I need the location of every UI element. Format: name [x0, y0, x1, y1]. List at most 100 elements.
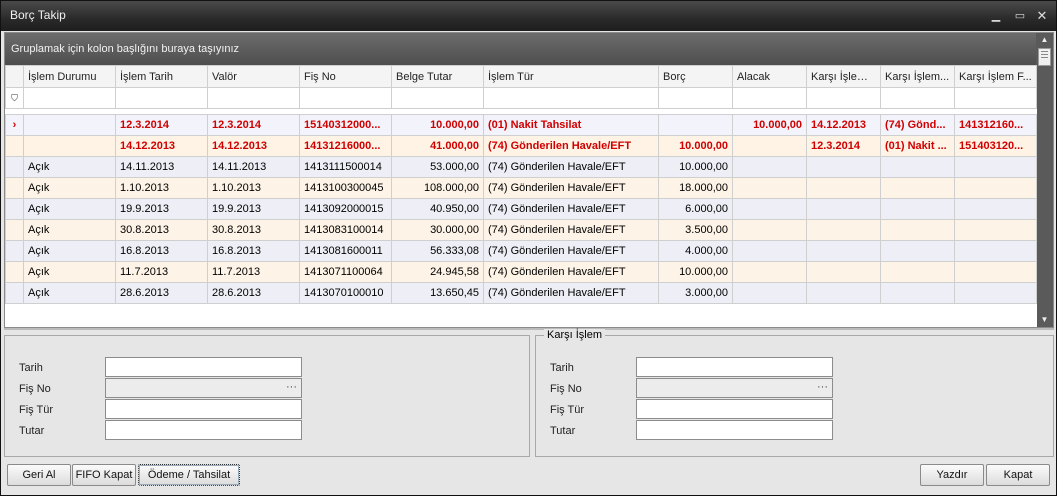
cell-alacak[interactable]: 10.000,00 — [732, 114, 807, 136]
row-indicator[interactable] — [5, 261, 24, 283]
cell-tarih[interactable]: 12.3.2014 — [115, 114, 208, 136]
cell-k2[interactable] — [880, 261, 955, 283]
filter-cell[interactable] — [299, 87, 392, 109]
column-header[interactable]: İşlem Tür — [483, 65, 659, 88]
cell-k1[interactable] — [806, 177, 881, 199]
cell-tutar[interactable]: 108.000,00 — [391, 177, 484, 199]
fis-no-field[interactable]: ··· — [105, 378, 302, 398]
filter-cell[interactable] — [658, 87, 733, 109]
column-header[interactable]: Fiş No — [299, 65, 392, 88]
table-row[interactable]: Açık 14.11.2013 14.11.2013 1413111500014 53.… — [5, 156, 1037, 178]
cell-fisno[interactable]: 1413100300045 — [299, 177, 392, 199]
cell-borc[interactable]: 3.500,00 — [658, 219, 733, 241]
cell-alacak[interactable] — [732, 198, 807, 220]
cell-k2[interactable] — [880, 156, 955, 178]
row-indicator[interactable] — [5, 156, 24, 178]
column-header[interactable]: Belge Tutar — [391, 65, 484, 88]
cell-durum[interactable]: Açık — [23, 261, 116, 283]
filter-cell[interactable] — [732, 87, 807, 109]
filter-cell[interactable] — [391, 87, 484, 109]
yazdir-button[interactable]: Yazdır — [920, 464, 984, 486]
cell-durum[interactable]: Açık — [23, 198, 116, 220]
table-row[interactable]: › 12.3.2014 12.3.2014 15140312000... 10.000,… — [5, 114, 1037, 136]
scroll-up-icon[interactable]: ▲ — [1036, 33, 1053, 47]
cell-borc[interactable]: 6.000,00 — [658, 198, 733, 220]
cell-tur[interactable]: (74) Gönderilen Havale/EFT — [483, 156, 659, 178]
cell-tur[interactable]: (74) Gönderilen Havale/EFT — [483, 240, 659, 262]
cell-k1[interactable] — [806, 219, 881, 241]
cell-valor[interactable]: 28.6.2013 — [207, 282, 300, 304]
cell-fisno[interactable]: 1413081600011 — [299, 240, 392, 262]
cell-k2[interactable] — [880, 219, 955, 241]
cell-fisno[interactable]: 1413111500014 — [299, 156, 392, 178]
column-header[interactable]: Karşı İşlem F... — [954, 65, 1037, 88]
group-panel[interactable]: Gruplamak için kolon başlığını buraya ta… — [5, 33, 1036, 65]
close-icon[interactable]: ✕ — [1033, 8, 1051, 24]
cell-tur[interactable]: (74) Gönderilen Havale/EFT — [483, 198, 659, 220]
column-header[interactable]: Alacak — [732, 65, 807, 88]
column-header[interactable]: İşlem Durumu — [23, 65, 116, 88]
cell-k2[interactable] — [880, 240, 955, 262]
scroll-down-icon[interactable]: ▼ — [1036, 313, 1053, 327]
table-row[interactable]: Açık 1.10.2013 1.10.2013 1413100300045 108.0… — [5, 177, 1037, 199]
column-header[interactable]: Karşı İşlem ... — [806, 65, 881, 88]
minimize-icon[interactable]: ▁ — [987, 8, 1005, 24]
cell-alacak[interactable] — [732, 135, 807, 157]
row-indicator[interactable] — [5, 177, 24, 199]
cell-tarih[interactable]: 14.11.2013 — [115, 156, 208, 178]
cell-borc[interactable]: 18.000,00 — [658, 177, 733, 199]
cell-k1[interactable]: 12.3.2014 — [806, 135, 881, 157]
column-header[interactable]: Karşı İşlem... — [880, 65, 955, 88]
maximize-icon[interactable]: ▭ — [1011, 8, 1029, 24]
cell-borc[interactable]: 10.000,00 — [658, 135, 733, 157]
odeme-tahsilat-button[interactable]: Ödeme / Tahsilat — [138, 464, 240, 486]
cell-fisno[interactable]: 1413092000015 — [299, 198, 392, 220]
tutar-field[interactable] — [105, 420, 302, 440]
cell-k2[interactable] — [880, 282, 955, 304]
table-row[interactable]: Açık 11.7.2013 11.7.2013 1413071100064 24.94… — [5, 261, 1037, 283]
cell-tutar[interactable]: 13.650,45 — [391, 282, 484, 304]
cell-borc[interactable]: 3.000,00 — [658, 282, 733, 304]
cell-k3[interactable] — [954, 177, 1037, 199]
cell-k3[interactable] — [954, 261, 1037, 283]
cell-fisno[interactable]: 15140312000... — [299, 114, 392, 136]
column-header[interactable]: Valör — [207, 65, 300, 88]
geri-al-button[interactable]: Geri Al — [7, 464, 71, 486]
table-row[interactable]: Açık 16.8.2013 16.8.2013 1413081600011 56.33… — [5, 240, 1037, 262]
cell-fisno[interactable]: 14131216000... — [299, 135, 392, 157]
cell-durum[interactable]: Açık — [23, 240, 116, 262]
cell-durum[interactable]: Açık — [23, 177, 116, 199]
cell-alacak[interactable] — [732, 156, 807, 178]
row-indicator[interactable] — [5, 282, 24, 304]
browse-icon[interactable]: ··· — [286, 381, 297, 393]
cell-k3[interactable] — [954, 240, 1037, 262]
row-indicator[interactable] — [5, 219, 24, 241]
cell-k1[interactable] — [806, 240, 881, 262]
splitter[interactable] — [4, 328, 1054, 330]
row-indicator[interactable] — [5, 135, 24, 157]
cell-alacak[interactable] — [732, 282, 807, 304]
cell-tutar[interactable]: 56.333,08 — [391, 240, 484, 262]
cell-tarih[interactable]: 14.12.2013 — [115, 135, 208, 157]
cell-k2[interactable] — [880, 177, 955, 199]
cell-fisno[interactable]: 1413070100010 — [299, 282, 392, 304]
cell-tur[interactable]: (74) Gönderilen Havale/EFT — [483, 219, 659, 241]
cell-durum[interactable]: Açık — [23, 156, 116, 178]
cell-tutar[interactable]: 41.000,00 — [391, 135, 484, 157]
cell-tur[interactable]: (74) Gönderilen Havale/EFT — [483, 177, 659, 199]
cell-k1[interactable]: 14.12.2013 — [806, 114, 881, 136]
scroll-thumb[interactable] — [1038, 48, 1051, 66]
cell-k3[interactable] — [954, 198, 1037, 220]
cell-valor[interactable]: 14.12.2013 — [207, 135, 300, 157]
cell-tur[interactable]: (74) Gönderilen Havale/EFT — [483, 282, 659, 304]
table-row[interactable]: Açık 19.9.2013 19.9.2013 1413092000015 40.95… — [5, 198, 1037, 220]
cell-durum[interactable] — [23, 135, 116, 157]
cell-k3[interactable]: 141312160... — [954, 114, 1037, 136]
cell-k3[interactable] — [954, 282, 1037, 304]
cell-tarih[interactable]: 28.6.2013 — [115, 282, 208, 304]
cell-tutar[interactable]: 24.945,58 — [391, 261, 484, 283]
filter-cell[interactable] — [806, 87, 881, 109]
row-indicator-icon[interactable]: › — [5, 114, 24, 136]
cell-tutar[interactable]: 10.000,00 — [391, 114, 484, 136]
cell-alacak[interactable] — [732, 240, 807, 262]
